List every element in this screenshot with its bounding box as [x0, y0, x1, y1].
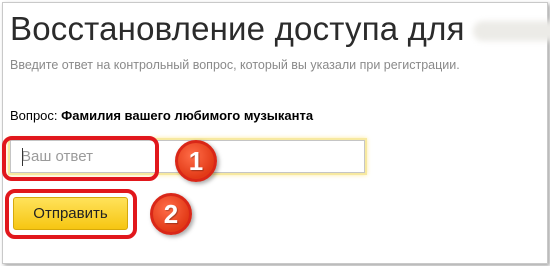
highlight-ring-input: [2, 136, 159, 181]
page-title-text: Восстановление доступа для: [10, 10, 465, 47]
step-badge-2: 2: [150, 193, 192, 235]
highlight-ring-button: [5, 189, 137, 239]
blurred-username: [472, 21, 550, 42]
security-question: Вопрос: Фамилия вашего любимого музыкант…: [10, 108, 313, 123]
question-label: Вопрос:: [10, 108, 58, 123]
page-subtitle: Введите ответ на контрольный вопрос, кот…: [10, 58, 460, 72]
step-badge-1: 1: [175, 140, 217, 182]
question-text: Фамилия вашего любимого музыканта: [61, 108, 314, 123]
page-title: Восстановление доступа для: [10, 10, 550, 48]
